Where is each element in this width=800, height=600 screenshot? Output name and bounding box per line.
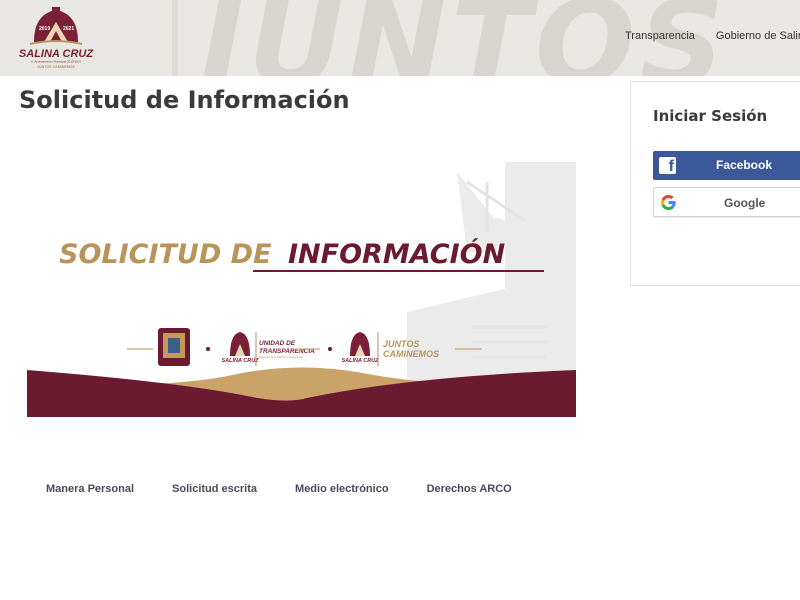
google-login-button[interactable]: Google — [653, 187, 800, 217]
header-decoration — [172, 0, 178, 76]
logo-name: SALINA CRUZ — [19, 48, 94, 60]
tab-medio-electronico[interactable]: Medio electrónico — [295, 483, 389, 495]
logo-motto: JUNTOS CAMINEMOS — [37, 65, 75, 69]
nav-link-gobierno[interactable]: Gobierno de Salina — [716, 30, 800, 42]
banner-juntos-line2: CAMINEMOS — [383, 349, 439, 359]
google-login-label: Google — [724, 196, 766, 210]
banner-logo1-name: SALINA CRUZ — [221, 358, 259, 364]
banner-heading-part1: SOLICITUD DE — [59, 239, 272, 270]
login-panel: Iniciar Sesión f Facebook Google — [630, 81, 800, 286]
login-title: Iniciar Sesión — [653, 107, 768, 125]
banner-unidad-sub: Dirección de Unidad de Transparencia — [259, 355, 304, 359]
top-navigation: Transparencia Gobierno de Salina — [625, 30, 800, 42]
logo-year-right: 2021 — [63, 26, 74, 32]
request-method-tabs: Manera Personal Solicitud escrita Medio … — [46, 483, 512, 495]
solicitud-banner-image: SOLICITUD DE INFORMACIÓN SALINA CRUZ UNI… — [27, 162, 576, 417]
facebook-login-button[interactable]: f Facebook — [653, 151, 800, 180]
banner-juntos-line1: JUNTOS — [383, 339, 419, 349]
banner-unidad-line1: UNIDAD DE — [259, 340, 296, 347]
facebook-login-label: Facebook — [716, 158, 773, 172]
site-header: JUNTOS 2019 2021 SALINA CRUZ H. Ayuntami… — [0, 0, 800, 76]
page-title: Solicitud de Información — [19, 86, 350, 114]
facebook-icon: f — [659, 157, 676, 175]
tab-solicitud-escrita[interactable]: Solicitud escrita — [172, 483, 257, 495]
tab-derechos-arco[interactable]: Derechos ARCO — [427, 483, 512, 495]
nav-link-transparencia[interactable]: Transparencia — [625, 30, 695, 42]
logo-subtitle: H. Ayuntamiento Municipal 2019-2021 — [31, 60, 82, 64]
salina-cruz-logo[interactable]: 2019 2021 SALINA CRUZ H. Ayuntamiento Mu… — [16, 4, 96, 70]
tab-manera-personal[interactable]: Manera Personal — [46, 483, 134, 495]
google-icon — [661, 195, 676, 210]
logo-year-left: 2019 — [39, 26, 50, 32]
banner-heading-part2: INFORMACIÓN — [288, 238, 506, 270]
banner-logo2-name: SALINA CRUZ — [341, 358, 379, 364]
